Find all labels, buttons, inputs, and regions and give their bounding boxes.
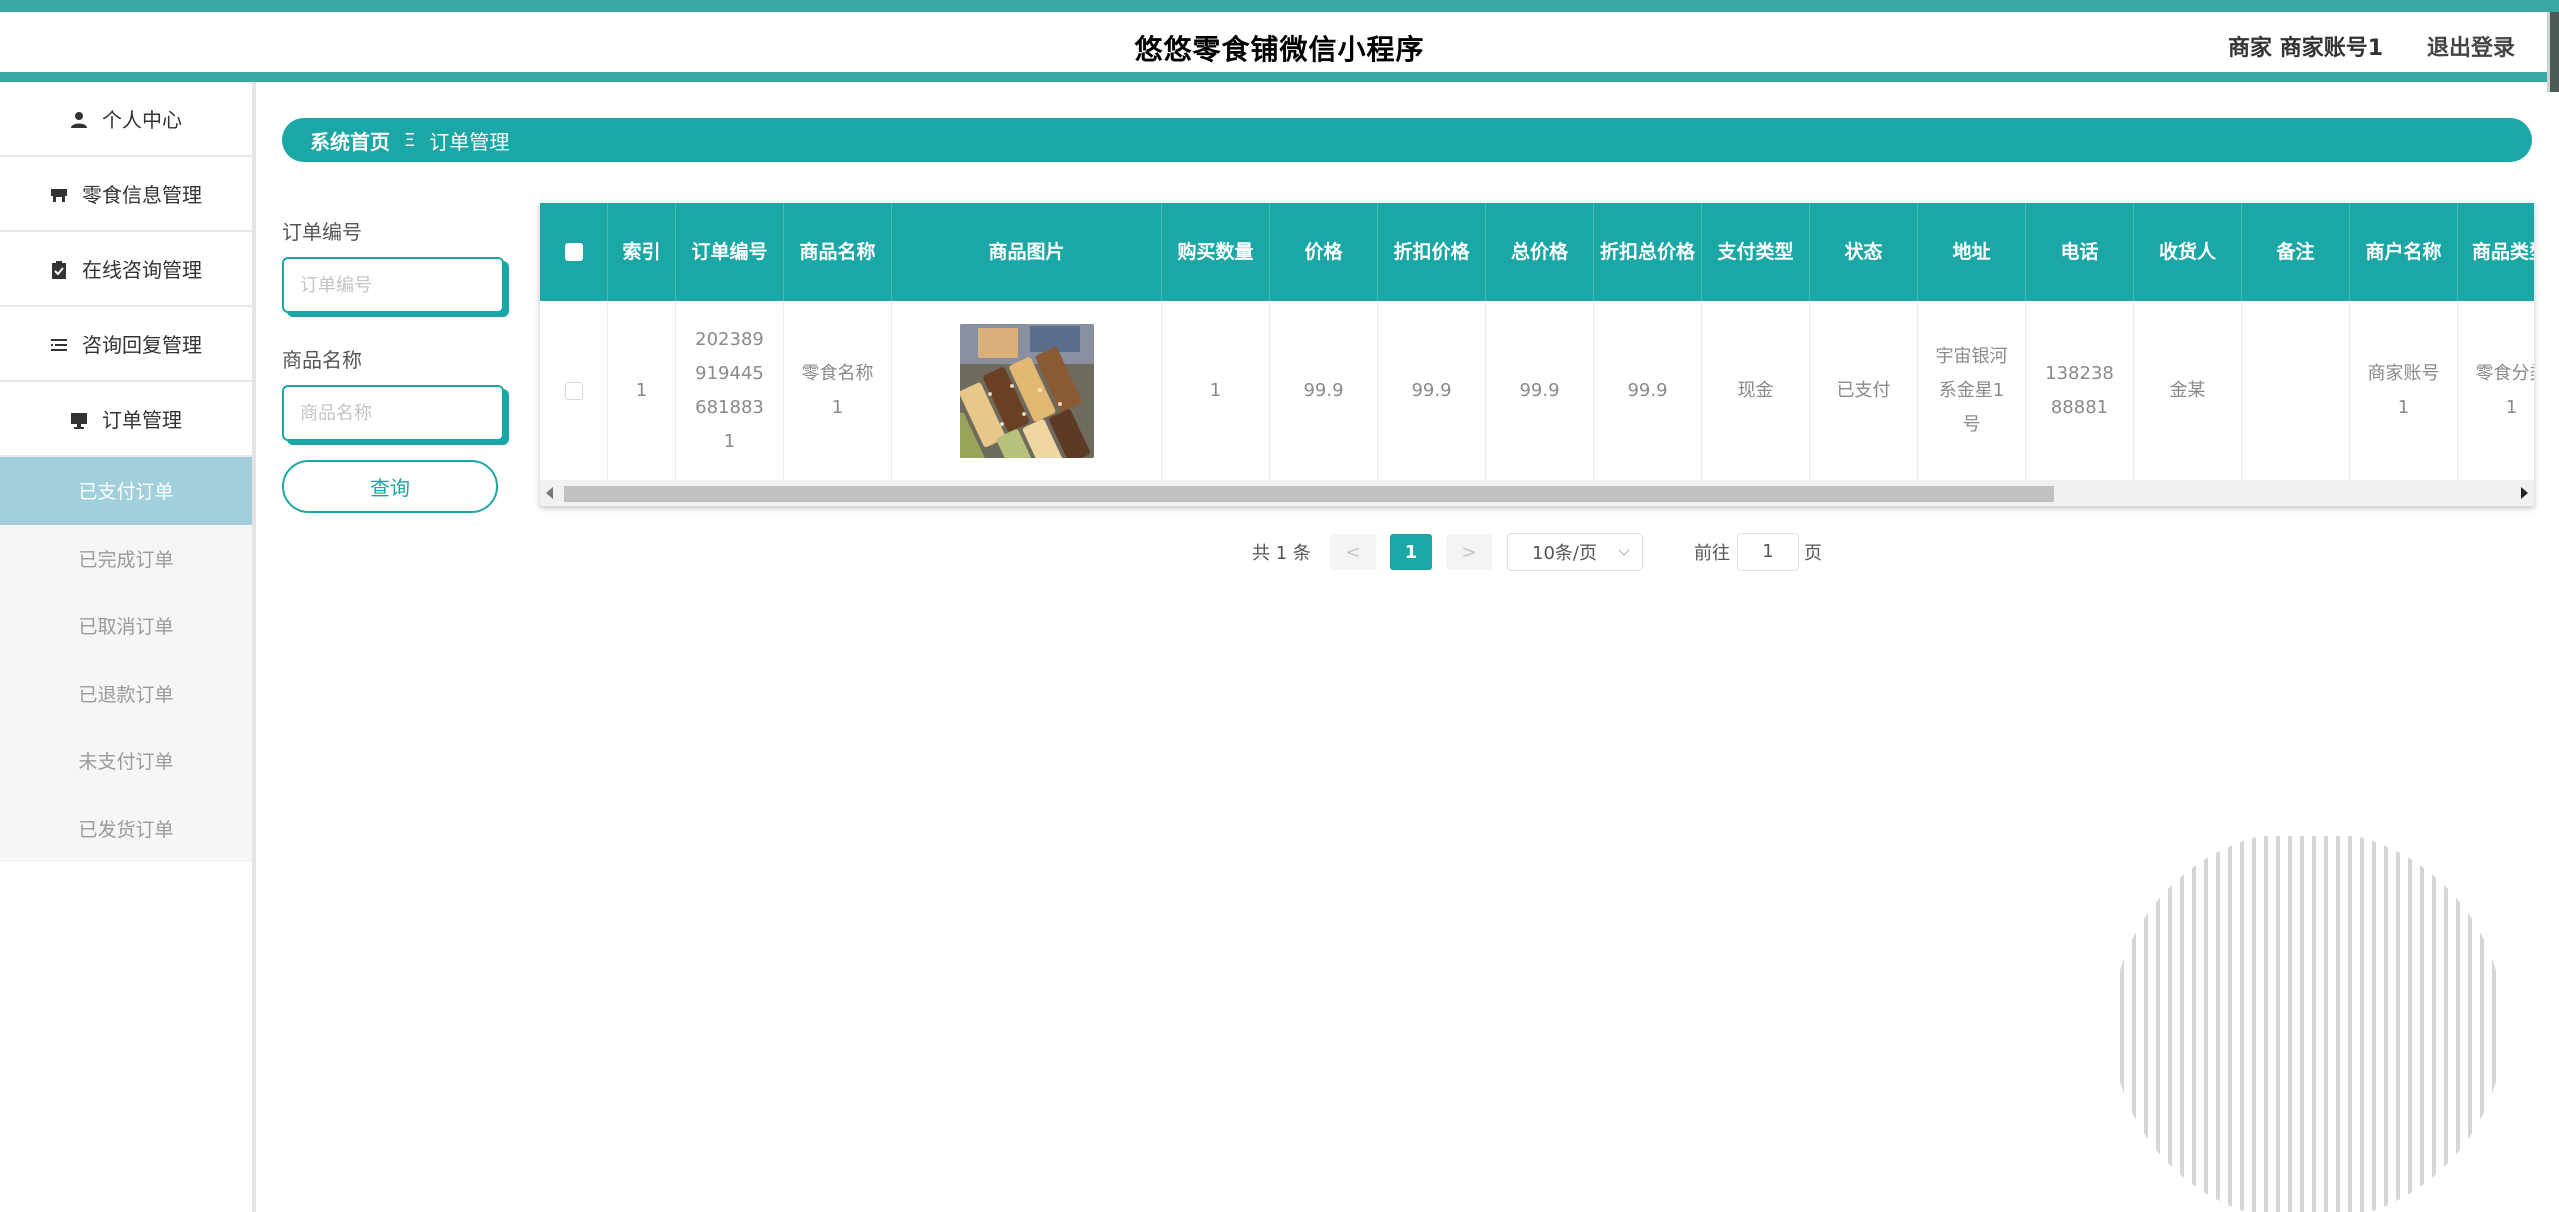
logout-button[interactable]: 退出登录 bbox=[2427, 30, 2515, 62]
submenu-paid-orders[interactable]: 已支付订单 bbox=[0, 457, 252, 525]
header-cell: 商品类型 bbox=[2458, 203, 2534, 301]
next-page-button[interactable]: > bbox=[1446, 534, 1492, 570]
horizontal-scrollbar[interactable] bbox=[540, 480, 2534, 506]
store-icon bbox=[50, 185, 68, 203]
list-icon bbox=[50, 335, 68, 353]
product-name-input[interactable] bbox=[284, 387, 502, 439]
table-row: 1 2023899194456818831 零食名称1 1 99.9 99.9 … bbox=[540, 301, 2534, 480]
orders-table: 索引 订单编号 商品名称 商品图片 购买数量 价格 折扣价格 总价格 折扣总价格… bbox=[540, 203, 2534, 506]
sidebar: 个人中心 零食信息管理 在线咨询管理 咨询回复管理 订单管理 已支付订单 已完成… bbox=[0, 82, 256, 1212]
cell-product-name: 零食名称1 bbox=[784, 301, 892, 480]
order-no-field-wrap bbox=[282, 257, 504, 313]
scroll-right-icon[interactable] bbox=[2521, 487, 2528, 499]
header-cell: 总价格 bbox=[1486, 203, 1594, 301]
goto-page-input[interactable]: 1 bbox=[1737, 533, 1799, 571]
header-cell: 商品名称 bbox=[784, 203, 892, 301]
cell-address: 宇宙银河系金星1号 bbox=[1918, 301, 2026, 480]
page-unit-label: 页 bbox=[1804, 543, 1822, 564]
product-name-label: 商品名称 bbox=[282, 348, 362, 372]
header-cell: 购买数量 bbox=[1162, 203, 1270, 301]
submenu-cancelled-orders[interactable]: 已取消订单 bbox=[0, 592, 252, 660]
cell-quantity: 1 bbox=[1162, 301, 1270, 480]
header-cell: 订单编号 bbox=[676, 203, 784, 301]
clipboard-icon bbox=[50, 260, 68, 279]
row-select[interactable] bbox=[540, 301, 608, 480]
breadcrumb-current: 订单管理 bbox=[429, 129, 510, 154]
sidebar-item-label: 个人中心 bbox=[102, 108, 182, 132]
page-number-active[interactable]: 1 bbox=[1390, 534, 1432, 570]
cell-order-no: 2023899194456818831 bbox=[676, 301, 784, 480]
sidebar-item-label: 订单管理 bbox=[102, 408, 182, 432]
app-title: 悠悠零食铺微信小程序 bbox=[1134, 33, 1425, 66]
order-no-label: 订单编号 bbox=[282, 220, 362, 244]
user-info: 商家 商家账号1 bbox=[2228, 36, 2383, 61]
header-select-all[interactable] bbox=[540, 203, 608, 301]
cell-remark bbox=[2242, 301, 2350, 480]
cell-price: 99.9 bbox=[1270, 301, 1378, 480]
cell-category: 零食分类1 bbox=[2458, 301, 2535, 480]
header-cell: 价格 bbox=[1270, 203, 1378, 301]
decorative-striped-circle bbox=[2112, 836, 2500, 1212]
header-cell: 折扣总价格 bbox=[1594, 203, 1702, 301]
cell-pay-type: 现金 bbox=[1702, 301, 1810, 480]
cell-receiver: 金某 bbox=[2134, 301, 2242, 480]
cell-merchant: 商家账号1 bbox=[2350, 301, 2458, 480]
header-cell: 备注 bbox=[2242, 203, 2350, 301]
header-cell: 支付类型 bbox=[1702, 203, 1810, 301]
order-no-input[interactable] bbox=[284, 259, 502, 311]
prev-page-button[interactable]: < bbox=[1330, 534, 1376, 570]
scroll-thumb[interactable] bbox=[564, 486, 2054, 502]
sidebar-item-label: 零食信息管理 bbox=[82, 183, 202, 207]
goto-label: 前往 bbox=[1694, 543, 1730, 564]
row-checkbox[interactable] bbox=[564, 381, 583, 400]
submenu-shipped-orders[interactable]: 已发货订单 bbox=[0, 795, 252, 863]
sidebar-item-orders[interactable]: 订单管理 bbox=[0, 382, 252, 457]
header-cell: 电话 bbox=[2026, 203, 2134, 301]
chevron-down-icon bbox=[1618, 544, 1630, 556]
product-image[interactable] bbox=[959, 323, 1094, 458]
cell-total-price: 99.9 bbox=[1486, 301, 1594, 480]
table-header: 索引 订单编号 商品名称 商品图片 购买数量 价格 折扣价格 总价格 折扣总价格… bbox=[540, 203, 2534, 301]
top-header: 悠悠零食铺微信小程序 商家 商家账号1 退出登录 bbox=[0, 0, 2559, 92]
breadcrumb: 系统首页 Ξ 订单管理 bbox=[282, 118, 2532, 162]
header-cell: 状态 bbox=[1810, 203, 1918, 301]
search-button[interactable]: 查询 bbox=[282, 460, 498, 513]
breadcrumb-home[interactable]: 系统首页 bbox=[310, 126, 390, 155]
page-size-value: 10条/页 bbox=[1532, 543, 1597, 564]
cell-status: 已支付 bbox=[1810, 301, 1918, 480]
page-size-select[interactable]: 10条/页 bbox=[1507, 533, 1643, 571]
window-edge bbox=[2547, 12, 2559, 92]
select-all-checkbox[interactable] bbox=[564, 243, 583, 261]
sidebar-item-label: 咨询回复管理 bbox=[82, 333, 202, 357]
scroll-left-icon[interactable] bbox=[546, 487, 553, 499]
submenu-refunded-orders[interactable]: 已退款订单 bbox=[0, 660, 252, 728]
header-cell: 商户名称 bbox=[2350, 203, 2458, 301]
submenu-completed-orders[interactable]: 已完成订单 bbox=[0, 525, 252, 593]
orders-submenu: 已支付订单 已完成订单 已取消订单 已退款订单 未支付订单 已发货订单 bbox=[0, 457, 252, 862]
cell-discount-price: 99.9 bbox=[1378, 301, 1486, 480]
header-cell: 折扣价格 bbox=[1378, 203, 1486, 301]
breadcrumb-separator-icon: Ξ bbox=[404, 129, 416, 151]
user-icon bbox=[70, 110, 88, 128]
cell-phone: 13823888881 bbox=[2026, 301, 2134, 480]
header-cell: 收货人 bbox=[2134, 203, 2242, 301]
header-cell: 索引 bbox=[608, 203, 676, 301]
pagination-total: 共 1 条 bbox=[1252, 543, 1311, 564]
sidebar-item-snack-info[interactable]: 零食信息管理 bbox=[0, 157, 252, 232]
monitor-icon bbox=[70, 410, 88, 429]
sidebar-item-consult[interactable]: 在线咨询管理 bbox=[0, 232, 252, 307]
cell-product-image bbox=[892, 301, 1162, 480]
submenu-unpaid-orders[interactable]: 未支付订单 bbox=[0, 727, 252, 795]
cell-discount-total: 99.9 bbox=[1594, 301, 1702, 480]
sidebar-item-label: 在线咨询管理 bbox=[82, 258, 202, 282]
sidebar-item-reply[interactable]: 咨询回复管理 bbox=[0, 307, 252, 382]
header-cell: 商品图片 bbox=[892, 203, 1162, 301]
header-cell: 地址 bbox=[1918, 203, 2026, 301]
sidebar-item-profile[interactable]: 个人中心 bbox=[0, 82, 252, 157]
product-name-field-wrap bbox=[282, 385, 504, 441]
cell-index: 1 bbox=[608, 301, 676, 480]
